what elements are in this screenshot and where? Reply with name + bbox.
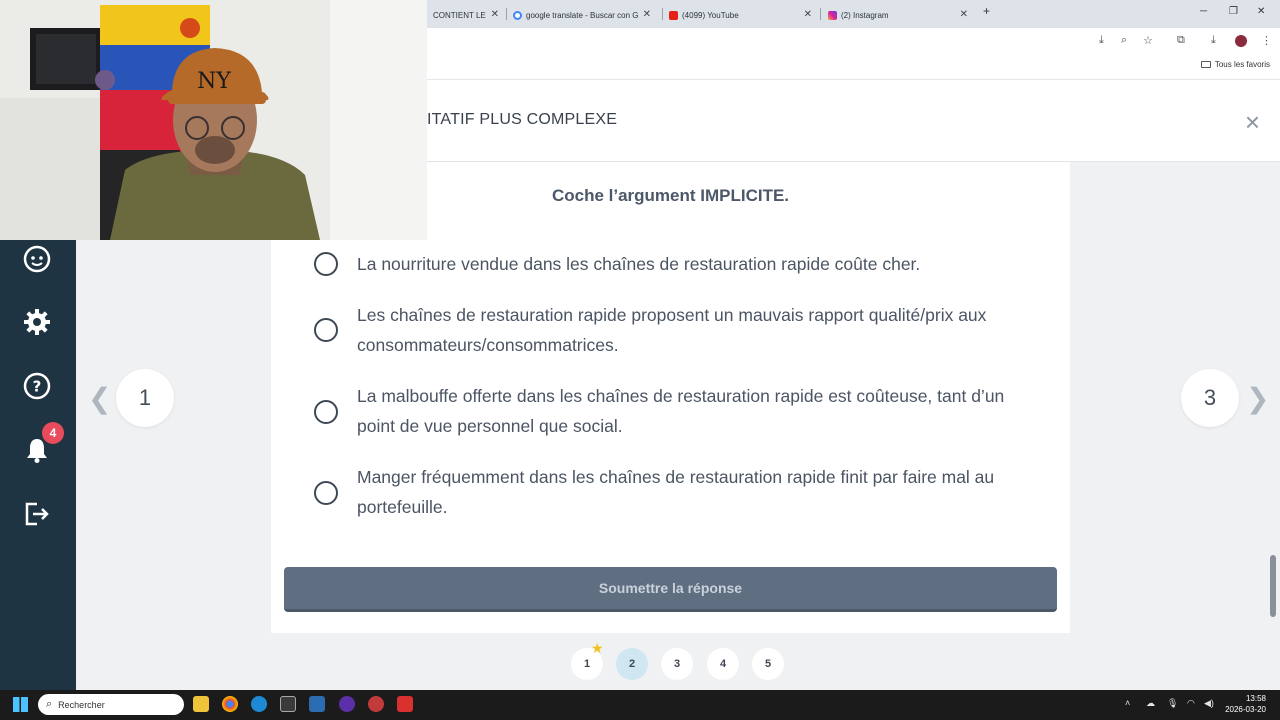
clock-date: 2026-03-20 — [1225, 705, 1266, 714]
close-activity-button[interactable]: × — [1245, 108, 1260, 136]
taskbar-clock[interactable]: 13:58 2026-03-20 — [1225, 693, 1266, 715]
windows-start-icon[interactable] — [13, 697, 28, 712]
close-window-icon[interactable]: ✕ — [1257, 6, 1265, 17]
page-button-4[interactable]: 4 — [707, 648, 739, 680]
zoom-icon[interactable]: ⌕ — [1121, 34, 1127, 47]
tray-chevron-icon[interactable]: ˄ — [1125, 698, 1130, 708]
new-tab-button[interactable]: + — [983, 4, 990, 18]
close-tab-icon[interactable]: ✕ — [491, 9, 499, 20]
tab-4[interactable]: (2) Instagram ✕ — [822, 4, 974, 26]
help-icon[interactable]: ? — [22, 371, 52, 401]
screenshot-icon[interactable]: ⤓ — [1099, 34, 1104, 47]
avatar-icon[interactable] — [22, 244, 52, 274]
tab-2[interactable]: google translate - Buscar con G ✕ — [507, 4, 657, 26]
clock-time: 13:58 — [1245, 694, 1266, 703]
page-button-3[interactable]: 3 — [661, 648, 693, 680]
bookmarks-folder-label: Tous les favoris — [1214, 60, 1270, 69]
next-question-button[interactable]: 3 — [1181, 369, 1239, 427]
menu-icon[interactable]: ⋮ — [1261, 34, 1272, 47]
webcam-overlay: NY — [0, 0, 427, 240]
radio-button[interactable] — [314, 252, 338, 276]
answer-option-3[interactable]: La malbouffe offerte dans les chaînes de… — [312, 381, 1032, 441]
extensions-icon[interactable]: ⧉ — [1177, 34, 1185, 47]
app-icon[interactable] — [368, 696, 384, 712]
star-icon: ★ — [591, 640, 604, 656]
activity-title: ITATIF PLUS COMPLEXE — [427, 111, 618, 128]
bookmarks-folder[interactable]: Tous les favoris — [1200, 60, 1270, 69]
tab-divider — [820, 8, 821, 20]
app-icon[interactable] — [339, 696, 355, 712]
volume-icon[interactable]: ◀) — [1204, 698, 1214, 709]
option-text: Les chaînes de restauration rapide propo… — [357, 305, 987, 355]
svg-text:NY: NY — [197, 69, 231, 94]
answer-option-4[interactable]: Manger fréquemment dans les chaînes de r… — [312, 462, 1032, 522]
prev-question-button[interactable]: 1 — [116, 369, 174, 427]
radio-button[interactable] — [314, 400, 338, 424]
tab-label: CONTIENT LE — [433, 10, 486, 20]
notification-count-badge: 4 — [42, 422, 64, 444]
calculator-icon[interactable] — [309, 696, 325, 712]
folder-icon — [1200, 61, 1211, 68]
google-icon — [513, 10, 522, 20]
taskbar-search-box[interactable]: ⌕ Rechercher — [38, 694, 184, 715]
webcam-feed-image: NY — [0, 0, 427, 240]
settings-gear-icon[interactable] — [22, 307, 52, 337]
scrollbar-thumb[interactable] — [1270, 555, 1276, 617]
svg-text:?: ? — [33, 378, 42, 396]
search-placeholder: Rechercher — [58, 699, 105, 710]
radio-button[interactable] — [314, 318, 338, 342]
tab-1[interactable]: CONTIENT LE ✕ — [427, 4, 505, 26]
submit-answer-button[interactable]: Soumettre la réponse — [284, 567, 1057, 612]
close-tab-icon[interactable]: ✕ — [804, 9, 812, 20]
close-tab-icon[interactable]: ✕ — [643, 9, 651, 20]
tab-label: (2) Instagram — [841, 10, 889, 20]
profile-avatar[interactable] — [1235, 35, 1247, 47]
download-icon[interactable]: ⤓ — [1211, 34, 1216, 47]
option-text: Manger fréquemment dans les chaînes de r… — [357, 467, 995, 517]
instagram-icon — [828, 10, 837, 20]
search-icon: ⌕ — [46, 698, 53, 710]
edge-icon[interactable] — [251, 696, 267, 712]
close-tab-icon[interactable]: ✕ — [960, 9, 968, 20]
acrobat-icon[interactable] — [397, 696, 413, 712]
prev-arrow-icon[interactable]: ❮ — [88, 382, 111, 415]
tab-3[interactable]: (4099) YouTube ✕ — [663, 4, 818, 26]
next-arrow-icon[interactable]: ❯ — [1246, 382, 1269, 415]
youtube-icon — [669, 10, 678, 20]
page-button-2[interactable]: 2 — [616, 648, 648, 680]
chrome-icon[interactable] — [222, 696, 238, 712]
answer-option-1[interactable]: La nourriture vendue dans les chaînes de… — [312, 249, 1032, 279]
cloud-icon[interactable]: ☁ — [1146, 698, 1155, 709]
file-explorer-icon[interactable] — [193, 696, 209, 712]
answer-option-2[interactable]: Les chaînes de restauration rapide propo… — [312, 300, 1032, 360]
wifi-icon[interactable]: ◠ — [1187, 698, 1195, 709]
radio-button[interactable] — [314, 481, 338, 505]
maximize-icon[interactable]: ❐ — [1229, 6, 1238, 17]
bookmark-star-icon[interactable]: ☆ — [1143, 34, 1153, 47]
store-icon[interactable] — [280, 696, 296, 712]
page-button-5[interactable]: 5 — [752, 648, 784, 680]
option-text: La nourriture vendue dans les chaînes de… — [357, 254, 921, 274]
option-text: La malbouffe offerte dans les chaînes de… — [357, 386, 1005, 436]
windows-taskbar — [0, 690, 1280, 720]
minimize-icon[interactable]: ─ — [1200, 6, 1207, 17]
logout-icon[interactable] — [22, 499, 52, 529]
microphone-icon[interactable]: 🎙 — [1167, 698, 1178, 709]
tab-label: google translate - Buscar con G — [526, 10, 639, 20]
tab-label: (4099) YouTube — [682, 10, 739, 20]
